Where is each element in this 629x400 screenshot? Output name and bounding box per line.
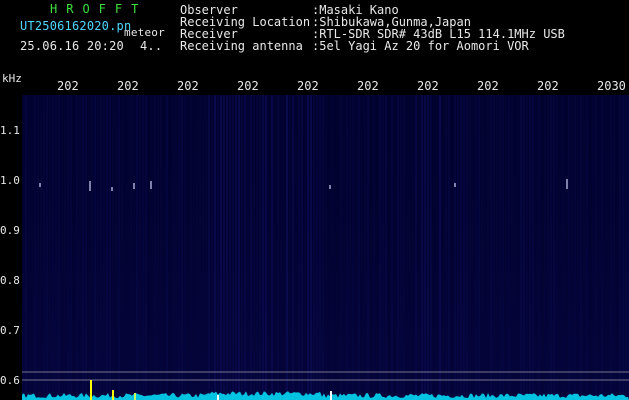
x-tick-label: 202 (357, 79, 379, 93)
spectrum-peak (330, 391, 332, 400)
x-tick-label: 202 (537, 79, 559, 93)
spectrogram-area (22, 95, 629, 400)
y-tick-label: 1.0 (0, 174, 20, 187)
y-tick-label: 0.7 (0, 324, 20, 337)
hrofft-window: HROFFT UT2506162020.pn meteor 25.06.16 2… (0, 0, 629, 400)
x-tick-label: 202 (237, 79, 259, 93)
x-tick-label: 202 (417, 79, 439, 93)
date-time: 25.06.16 20:20 (20, 39, 124, 53)
info-value: :5el Yagi Az 20 for Aomori VOR (312, 39, 529, 53)
app-title: HROFFT (50, 2, 148, 16)
meteor-label: meteor (124, 26, 165, 39)
y-tick-label: 0.8 (0, 274, 20, 287)
spectrogram-plot (22, 95, 629, 400)
x-tick-label: 202 (57, 79, 79, 93)
info-key: Receiving antenna (180, 39, 303, 53)
x-tick-label: 202 (117, 79, 139, 93)
meteor-count: 4.. (140, 39, 163, 53)
station-info: Observer :Masaki Kano Receiving Location… (180, 4, 620, 52)
spectrum-peak (217, 395, 219, 400)
y-tick-label: 1.1 (0, 124, 20, 137)
spectrum-peak (134, 393, 136, 400)
noise-fade (22, 95, 629, 400)
info-row-antenna: Receiving antenna :5el Yagi Az 20 for Ao… (180, 40, 620, 52)
x-tick-label: 2030 (597, 79, 626, 93)
x-tick-label: 202 (297, 79, 319, 93)
x-tick-label: 202 (477, 79, 499, 93)
spectrum-peak (112, 390, 114, 400)
spectrum-peak (90, 380, 92, 400)
x-tick-label: 202 (177, 79, 199, 93)
y-tick-label: 0.6 (0, 374, 20, 387)
frequency-unit-label: kHz (2, 72, 22, 85)
y-tick-label: 0.9 (0, 224, 20, 237)
file-name: UT2506162020.pn (20, 19, 132, 33)
